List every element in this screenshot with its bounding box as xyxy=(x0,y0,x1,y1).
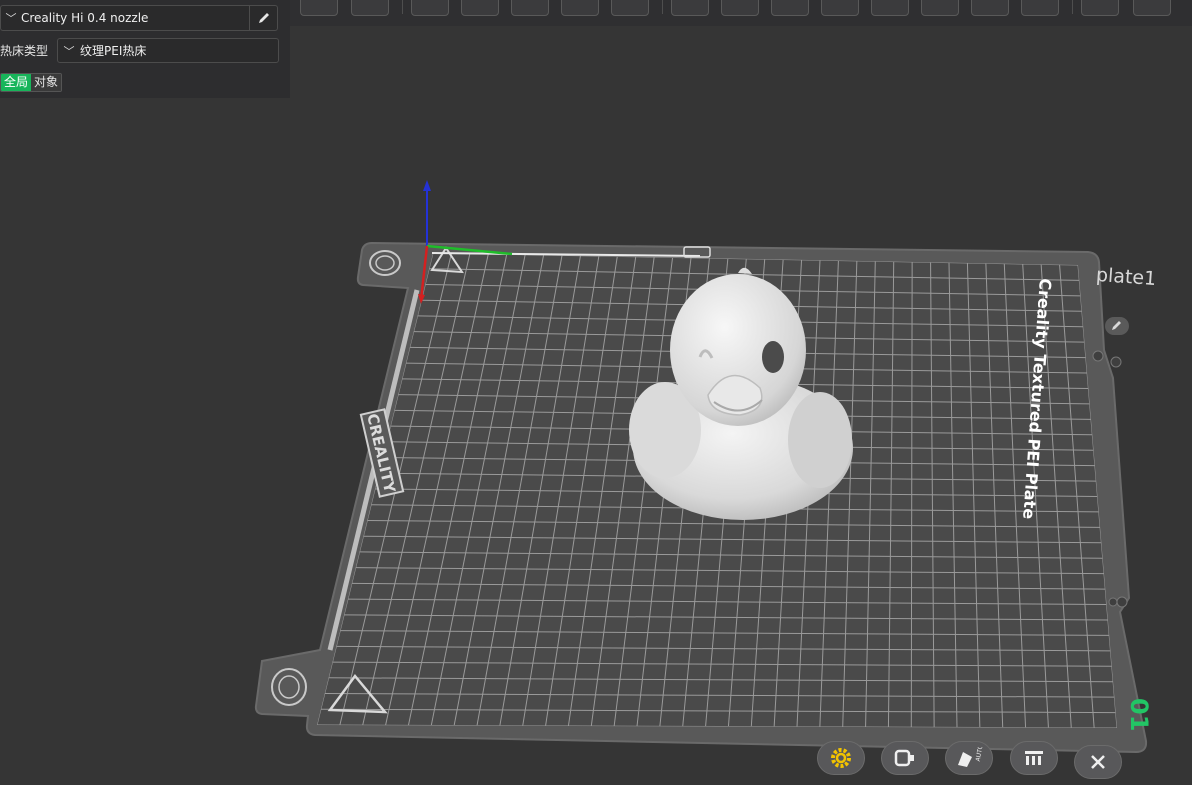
text-icon[interactable] xyxy=(1021,0,1059,16)
plate-settings-icon xyxy=(831,748,851,768)
tab-object[interactable]: 对象 xyxy=(31,74,62,91)
scope-tabs: 全局 对象 xyxy=(0,73,63,92)
bed-type-label: 热床类型 xyxy=(0,44,49,58)
measure-icon[interactable] xyxy=(771,0,809,16)
support-paint-icon[interactable] xyxy=(511,0,549,16)
bed-type-row: 热床类型 ﹀ 纹理PEI热床 xyxy=(0,38,279,63)
svg-text:AUTO: AUTO xyxy=(975,747,983,762)
arrange-plate-icon xyxy=(1025,751,1043,765)
nozzle-select[interactable]: ﹀ Creality Hi 0.4 nozzle xyxy=(0,5,278,31)
nozzle-value: Creality Hi 0.4 nozzle xyxy=(21,11,149,25)
bed-type-select[interactable]: ﹀ 纹理PEI热床 xyxy=(57,38,279,63)
bed-type-value: 纹理PEI热床 xyxy=(80,44,147,58)
slice-icon[interactable] xyxy=(971,0,1009,16)
plate-name[interactable]: plate1 xyxy=(1095,264,1157,290)
delete-plate-button[interactable] xyxy=(1074,745,1122,779)
auto-orient-button[interactable]: AUTO xyxy=(945,741,993,775)
settings-group-icon[interactable] xyxy=(721,0,759,16)
chevron-down-icon: ﹀ xyxy=(5,12,17,25)
edit-printer-button[interactable] xyxy=(249,6,277,30)
settings-panel: ﹀ Creality Hi 0.4 nozzle 热床类型 ﹀ 纹理PEI热床 … xyxy=(0,0,290,98)
object-icon[interactable] xyxy=(871,0,909,16)
chevron-down-icon: ﹀ xyxy=(63,44,75,58)
plate-settings-button[interactable] xyxy=(817,741,865,775)
auto-orient-icon: AUTO xyxy=(958,747,983,767)
pencil-icon xyxy=(258,13,269,23)
top-toolbar xyxy=(290,0,1192,26)
plate-edit-icon[interactable] xyxy=(1104,316,1130,336)
grid-icon[interactable] xyxy=(351,0,389,16)
arrange-plate-button[interactable] xyxy=(1010,741,1058,775)
export-icon[interactable] xyxy=(1133,0,1171,16)
cut-icon[interactable] xyxy=(411,0,449,16)
box-view-icon[interactable] xyxy=(300,0,338,16)
delete-plate-icon xyxy=(1091,755,1105,769)
arrange-icon[interactable] xyxy=(561,0,599,16)
filament-button[interactable] xyxy=(881,741,929,775)
paint-icon[interactable] xyxy=(921,0,959,16)
tab-global[interactable]: 全局 xyxy=(1,74,32,91)
viewport-3d[interactable]: CREALITY Creality Textured PEI Plate xyxy=(0,0,1192,785)
filament-icon xyxy=(894,749,914,767)
emboss-icon[interactable] xyxy=(1081,0,1119,16)
flatten-icon[interactable] xyxy=(611,0,649,16)
shape-icon[interactable] xyxy=(461,0,499,16)
duck-eye xyxy=(762,341,784,373)
layout-icon[interactable] xyxy=(671,0,709,16)
plate-number: 01 xyxy=(1125,698,1153,732)
layer-icon[interactable] xyxy=(821,0,859,16)
